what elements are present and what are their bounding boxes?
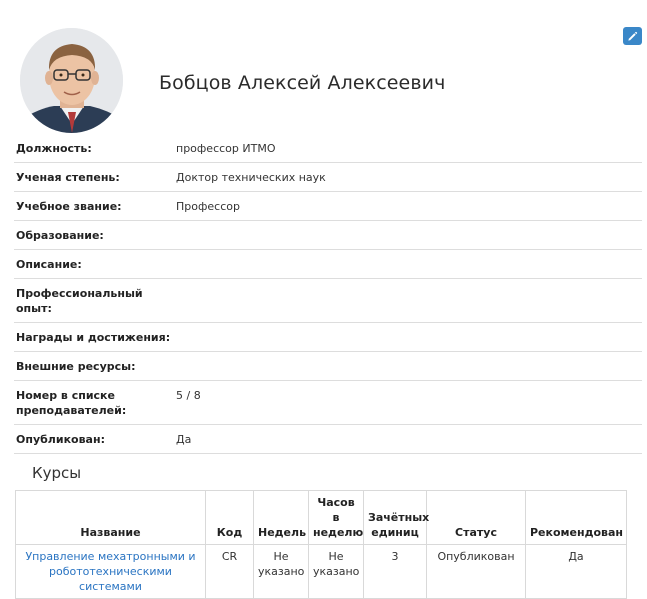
column-header[interactable]: Рекомендован — [525, 490, 627, 545]
course-credits: 3 — [363, 544, 427, 599]
field-label: Награды и достижения: — [16, 331, 171, 344]
profile-fields: Должность: профессор ИТМО Ученая степень… — [14, 134, 642, 454]
field-row-published: Опубликован: Да — [14, 425, 642, 454]
column-header[interactable]: Название — [15, 490, 206, 545]
field-row-list-number: Номер в списке преподавателей: 5 / 8 — [14, 381, 642, 425]
column-header[interactable]: Часов в неделю — [308, 490, 364, 545]
field-label: Образование: — [16, 229, 104, 242]
pencil-icon — [628, 31, 638, 41]
table-header-row: Название Код Недель Часов в неделю Зачёт… — [15, 490, 627, 545]
table-row: Управление мехатронными и робототехничес… — [15, 544, 627, 599]
field-value: профессор ИТМО — [176, 142, 276, 155]
column-header[interactable]: Статус — [426, 490, 526, 545]
avatar — [20, 28, 123, 133]
course-code: CR — [205, 544, 254, 599]
field-label: Опубликован: — [16, 433, 105, 446]
field-row-awards: Награды и достижения: — [14, 323, 642, 352]
field-value: Доктор технических наук — [176, 171, 326, 184]
field-label: Ученая степень: — [16, 171, 120, 184]
column-header[interactable]: Недель — [253, 490, 309, 545]
field-row-degree: Ученая степень: Доктор технических наук — [14, 163, 642, 192]
field-row-experience: Профессиональный опыт: — [14, 279, 642, 323]
course-hours: Не указано — [308, 544, 364, 599]
field-value: Профессор — [176, 200, 240, 213]
field-row-position: Должность: профессор ИТМО — [14, 134, 642, 163]
field-label: Внешние ресурсы: — [16, 360, 136, 373]
column-header[interactable]: Зачётных единиц — [363, 490, 429, 545]
field-row-title: Учебное звание: Профессор — [14, 192, 642, 221]
field-row-description: Описание: — [14, 250, 642, 279]
field-row-external: Внешние ресурсы: — [14, 352, 642, 381]
course-name-link[interactable]: Управление мехатронными и робототехничес… — [15, 544, 206, 599]
courses-table: Название Код Недель Часов в неделю Зачёт… — [15, 490, 627, 599]
profile-name: Бобцов Алексей Алексеевич — [159, 72, 446, 94]
course-recommended: Да — [525, 544, 627, 599]
field-value: 5 / 8 — [176, 389, 201, 402]
column-header[interactable]: Код — [205, 490, 254, 545]
field-label: Учебное звание: — [16, 200, 122, 213]
courses-heading: Курсы — [32, 464, 82, 482]
field-label: Профессиональный опыт: — [16, 287, 143, 315]
field-row-education: Образование: — [14, 221, 642, 250]
field-label: Должность: — [16, 142, 92, 155]
edit-button[interactable] — [623, 27, 642, 45]
field-value: Да — [176, 433, 192, 446]
course-status: Опубликован — [426, 544, 526, 599]
course-weeks: Не указано — [253, 544, 309, 599]
field-label: Номер в списке преподавателей: — [16, 389, 127, 417]
field-label: Описание: — [16, 258, 82, 271]
